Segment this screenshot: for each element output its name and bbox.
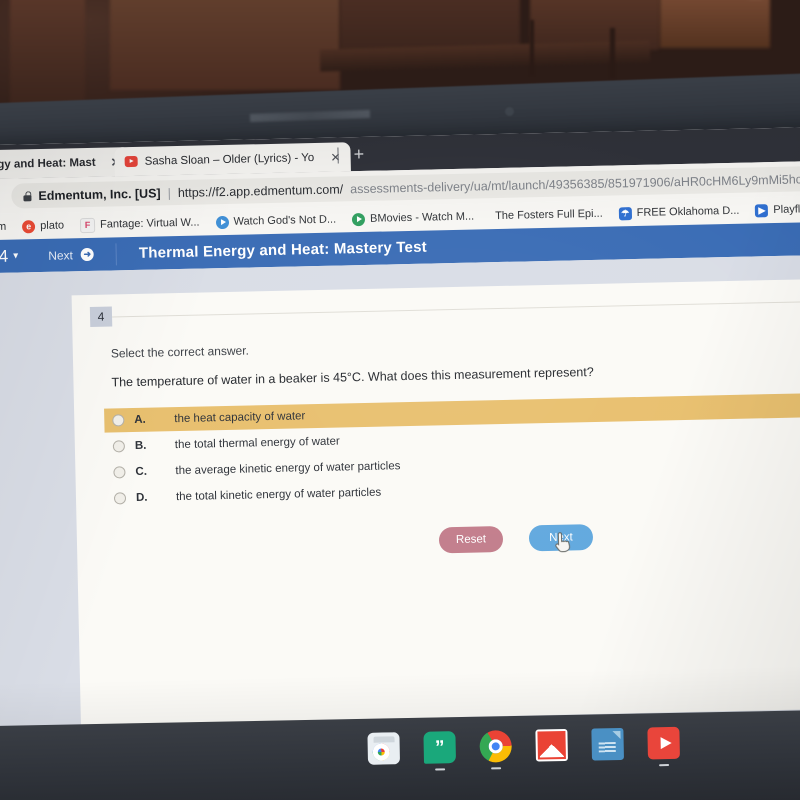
option-letter: D.	[135, 491, 148, 504]
url-origin: https://f2.app.edmentum.com/	[177, 181, 344, 200]
room-object-wall-panel	[110, 0, 340, 90]
next-label: Next	[48, 247, 74, 263]
poster-small-text: rock	[749, 0, 762, 1]
hangouts-icon[interactable]: ”	[423, 731, 457, 771]
radio-button-icon[interactable]	[112, 440, 126, 453]
site-identity-label: Edmentum, Inc. [US]	[38, 185, 161, 203]
running-indicator	[435, 768, 446, 771]
gmail-icon[interactable]	[535, 728, 568, 762]
shelf-icon-row: ”	[367, 726, 680, 771]
option-letter: A.	[134, 413, 146, 427]
bookmark-label: Curriculum	[0, 220, 7, 234]
bookmark-playfli[interactable]: ▶ Playfli	[755, 203, 800, 217]
room-object-rod-left	[530, 20, 534, 75]
bookmark-label: FREE Oklahoma D...	[636, 204, 740, 219]
next-question-button[interactable]: Next ➜	[48, 247, 95, 263]
option-letter: B.	[134, 439, 147, 452]
option-text: the total kinetic energy of water partic…	[175, 486, 382, 504]
radio-button-icon[interactable]	[113, 492, 127, 505]
bookmark-label: The Fosters Full Epi...	[495, 207, 603, 223]
play-icon	[351, 212, 366, 226]
play-icon	[215, 215, 229, 229]
browser-tab-mastery-test[interactable]: mal Energy and Heat: Mast ✕	[0, 147, 131, 181]
question-selector[interactable]: 4 ▾	[0, 246, 18, 266]
divider	[112, 299, 800, 318]
blue-icon: ▶	[755, 203, 769, 217]
plato-icon: e	[22, 219, 36, 233]
bookmark-the-fosters[interactable]: The Fosters Full Epi...	[490, 208, 603, 222]
bookmark-label: Fantage: Virtual W...	[99, 216, 200, 231]
option-text: the total thermal energy of water	[174, 435, 340, 452]
chevron-down-icon: ▾	[13, 250, 19, 262]
bookmark-plato[interactable]: e plato	[22, 219, 64, 233]
laptop-screen: mal Energy and Heat: Mast ✕ Sasha Sloan …	[0, 125, 800, 772]
option-text: the average kinetic energy of water part…	[175, 460, 401, 478]
arrow-right-icon: ➜	[80, 247, 95, 262]
mouse-cursor-pointer-icon	[555, 532, 571, 553]
webcam-icon	[505, 107, 514, 116]
page-body: 4 Select the correct answer. The tempera…	[0, 253, 800, 772]
bookmark-label: BMovies - Watch M...	[369, 210, 475, 225]
photographed-laptop-screenshot: rock apa mal Energy and Heat: Mast ✕ Sas…	[0, 0, 800, 800]
question-card: 4 Select the correct answer. The tempera…	[71, 277, 800, 726]
lock-icon	[23, 191, 31, 201]
bookmark-fantage[interactable]: F Fantage: Virtual W...	[79, 215, 200, 233]
bookmark-curriculum[interactable]: Curriculum	[0, 221, 6, 234]
close-icon[interactable]: ✕	[330, 150, 340, 164]
room-object-poster: rock	[660, 0, 770, 48]
question-number-badge: 4	[89, 306, 113, 327]
chromeos-shelf: ”	[0, 709, 800, 800]
radio-button-icon[interactable]	[113, 466, 126, 479]
tab-title: Sasha Sloan – Older (Lyrics) - Yo	[144, 151, 315, 168]
bookmark-watch-gods-not-dead[interactable]: Watch God's Not D...	[215, 213, 336, 229]
bookmark-label: Playfli	[773, 203, 800, 217]
running-indicator	[491, 767, 502, 770]
chrome-icon[interactable]	[479, 730, 513, 770]
room-object-rod-right	[610, 28, 615, 78]
google-docs-icon[interactable]	[591, 727, 624, 761]
answer-options-list: A. the heat capacity of water B. the tot…	[104, 391, 800, 513]
tab-title: mal Energy and Heat: Mast	[0, 156, 96, 171]
option-text: the heat capacity of water	[174, 410, 306, 426]
reset-button[interactable]: Reset	[438, 525, 504, 554]
radio-button-icon[interactable]	[112, 414, 125, 427]
question-text: The temperature of water in a beaker is …	[111, 364, 594, 390]
bookmark-free-oklahoma[interactable]: ☂ FREE Oklahoma D...	[618, 204, 740, 220]
room-object-doorframe	[10, 0, 85, 110]
running-indicator	[659, 764, 670, 767]
bookmark-label: Watch God's Not D...	[233, 213, 337, 228]
shield-icon: ☂	[618, 206, 632, 220]
url-path: assessments-delivery/ua/mt/launch/493563…	[350, 171, 800, 196]
app-launcher-icon[interactable]	[367, 732, 401, 765]
option-letter: C.	[135, 465, 148, 478]
bookmark-label: plato	[40, 219, 65, 233]
youtube-icon[interactable]	[647, 726, 680, 767]
bookmark-bmovies[interactable]: BMovies - Watch M...	[351, 210, 475, 226]
header-divider	[115, 242, 118, 265]
instruction-text: Select the correct answer.	[110, 343, 250, 361]
new-tab-button[interactable]: +	[353, 144, 364, 164]
fantage-icon: F	[79, 217, 96, 233]
question-number-label: 4	[0, 246, 9, 266]
hangouts-quote-glyph: ”	[434, 736, 445, 759]
page-title: Thermal Energy and Heat: Mastery Test	[138, 238, 428, 262]
omnibox-separator: |	[167, 185, 171, 200]
youtube-favicon-icon	[124, 155, 138, 168]
